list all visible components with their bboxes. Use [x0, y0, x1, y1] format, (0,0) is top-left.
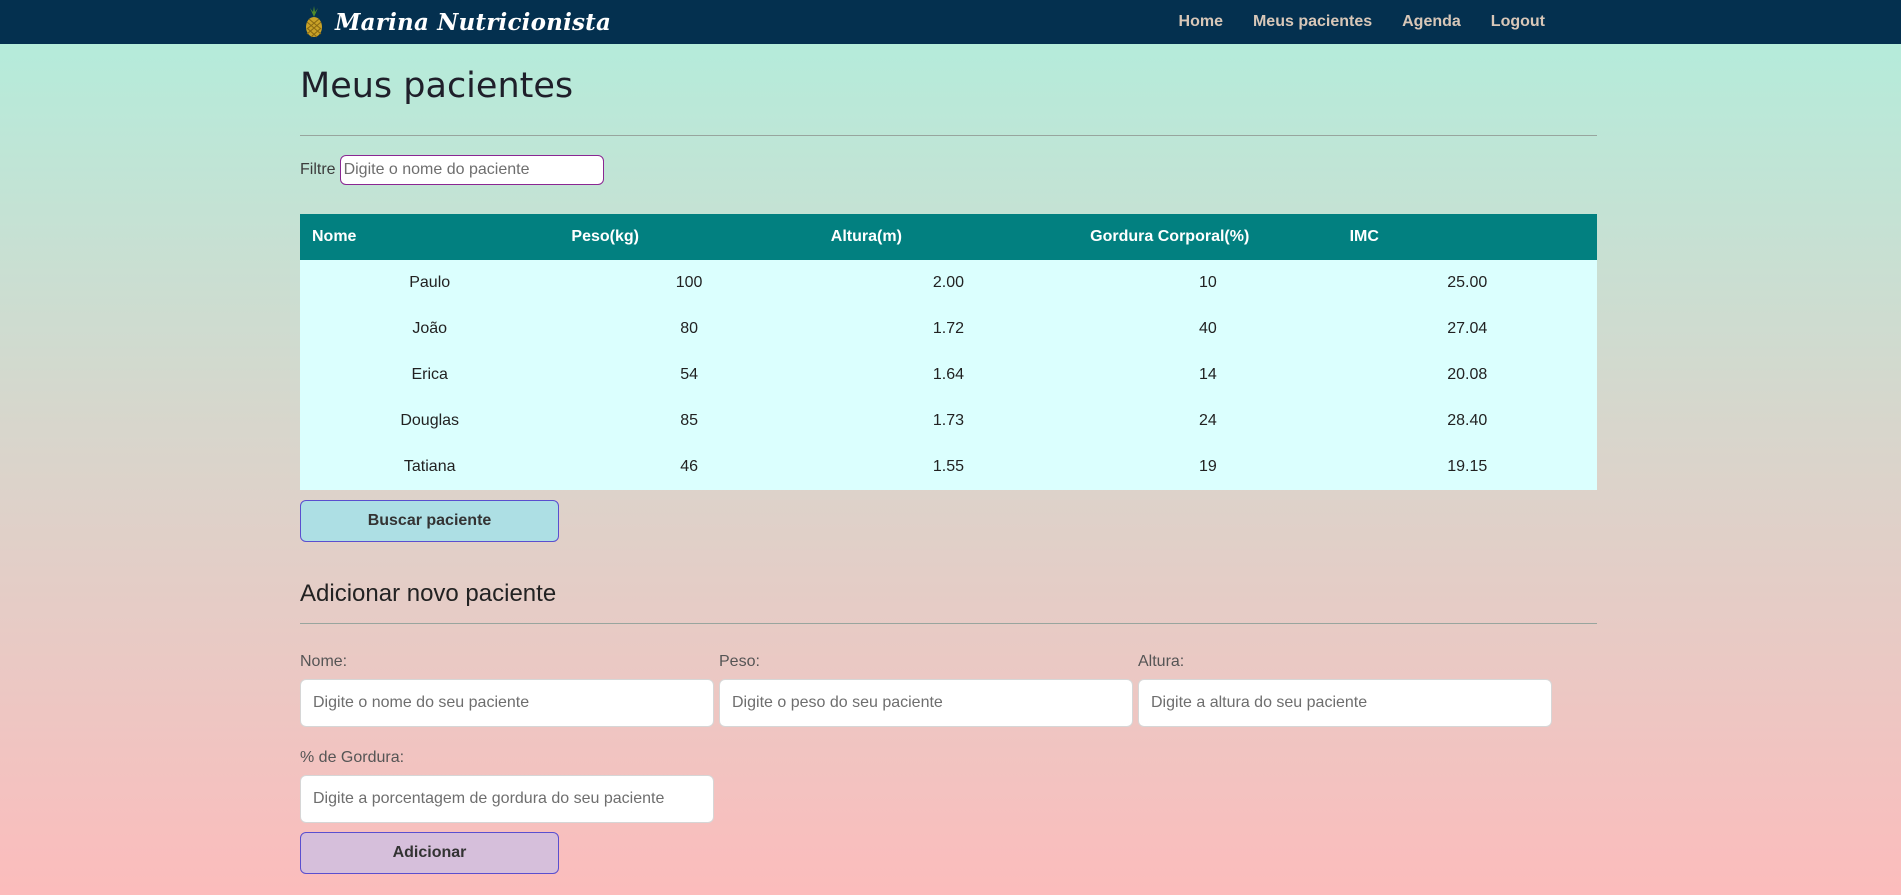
cell-altura: 1.64: [932, 366, 965, 383]
column-header-imc[interactable]: IMC: [1337, 214, 1597, 260]
filter-row: Filtre: [300, 153, 604, 187]
top-navbar: Marina Nutricionista Home Meus pacientes…: [0, 0, 1901, 44]
cell-altura: 1.72: [932, 320, 965, 337]
cell-gordura: 10: [1198, 274, 1217, 291]
table-row[interactable]: Paulo 100 2.00 10 25.00: [300, 260, 1597, 306]
peso-input[interactable]: [719, 679, 1133, 727]
table-row[interactable]: Erica 54 1.64 14 20.08: [300, 352, 1597, 398]
cell-imc: 20.08: [1447, 366, 1488, 383]
gordura-input[interactable]: [300, 775, 714, 823]
filter-label: Filtre: [300, 161, 336, 178]
nav-meus-pacientes-link[interactable]: Meus pacientes: [1253, 13, 1372, 31]
altura-label: Altura:: [1138, 653, 1185, 670]
nav-agenda-link[interactable]: Agenda: [1402, 13, 1461, 31]
table-row[interactable]: João 80 1.72 40 27.04: [300, 306, 1597, 352]
patients-table: Nome Peso(kg) Altura(m) Gordura Corporal…: [300, 214, 1597, 490]
column-header-peso[interactable]: Peso(kg): [559, 214, 819, 260]
cell-imc: 25.00: [1447, 274, 1488, 291]
cell-nome: João: [412, 320, 448, 337]
cell-nome: Erica: [411, 366, 448, 383]
cell-peso: 100: [675, 274, 703, 291]
brand[interactable]: Marina Nutricionista: [301, 6, 611, 38]
cell-peso: 85: [680, 412, 698, 429]
cell-imc: 27.04: [1447, 320, 1488, 337]
peso-label: Peso:: [719, 653, 760, 670]
nav-home-link[interactable]: Home: [1179, 13, 1223, 31]
section-divider: [300, 623, 1597, 624]
cell-peso: 80: [680, 320, 698, 337]
cell-peso: 54: [680, 366, 698, 383]
column-header-nome[interactable]: Nome: [300, 214, 560, 260]
cell-gordura: 24: [1198, 412, 1217, 429]
pineapple-icon: [306, 6, 322, 38]
table-header-row: Nome Peso(kg) Altura(m) Gordura Corporal…: [300, 214, 1597, 260]
column-header-altura[interactable]: Altura(m): [818, 214, 1079, 260]
cell-altura: 1.73: [932, 412, 965, 429]
nome-input[interactable]: [300, 679, 714, 727]
gordura-label: % de Gordura:: [300, 749, 405, 766]
cell-gordura: 19: [1198, 458, 1217, 475]
nav-logout-link[interactable]: Logout: [1491, 13, 1545, 31]
column-header-gordura[interactable]: Gordura Corporal(%): [1078, 214, 1338, 260]
table-row[interactable]: Tatiana 46 1.55 19 19.15: [300, 444, 1597, 490]
add-patient-title: Adicionar novo paciente: [300, 580, 557, 607]
table-row[interactable]: Douglas 85 1.73 24 28.40: [300, 398, 1597, 444]
cell-peso: 46: [680, 458, 698, 475]
nome-label: Nome:: [300, 653, 348, 670]
cell-imc: 28.40: [1447, 412, 1488, 429]
cell-imc: 19.15: [1447, 458, 1488, 475]
altura-input[interactable]: [1138, 679, 1552, 727]
title-divider: [300, 135, 1597, 136]
cell-nome: Paulo: [409, 274, 451, 291]
cell-altura: 2.00: [932, 274, 965, 291]
cell-nome: Douglas: [400, 412, 460, 429]
nome-field-group: Nome:: [300, 653, 714, 727]
add-patient-button[interactable]: Adicionar: [300, 832, 559, 874]
cell-altura: 1.55: [932, 458, 965, 475]
altura-field-group: Altura:: [1138, 653, 1552, 727]
brand-name: Marina Nutricionista: [335, 8, 612, 36]
cell-gordura: 14: [1198, 366, 1217, 383]
cell-nome: Tatiana: [403, 458, 456, 475]
peso-field-group: Peso:: [719, 653, 1133, 727]
search-patient-button[interactable]: Buscar paciente: [300, 500, 559, 542]
page-title: Meus pacientes: [300, 66, 574, 106]
cell-gordura: 40: [1198, 320, 1217, 337]
nav-links: Home Meus pacientes Agenda Logout: [1179, 0, 1545, 44]
gordura-field-group: % de Gordura:: [300, 749, 714, 823]
filter-input[interactable]: [339, 155, 604, 185]
